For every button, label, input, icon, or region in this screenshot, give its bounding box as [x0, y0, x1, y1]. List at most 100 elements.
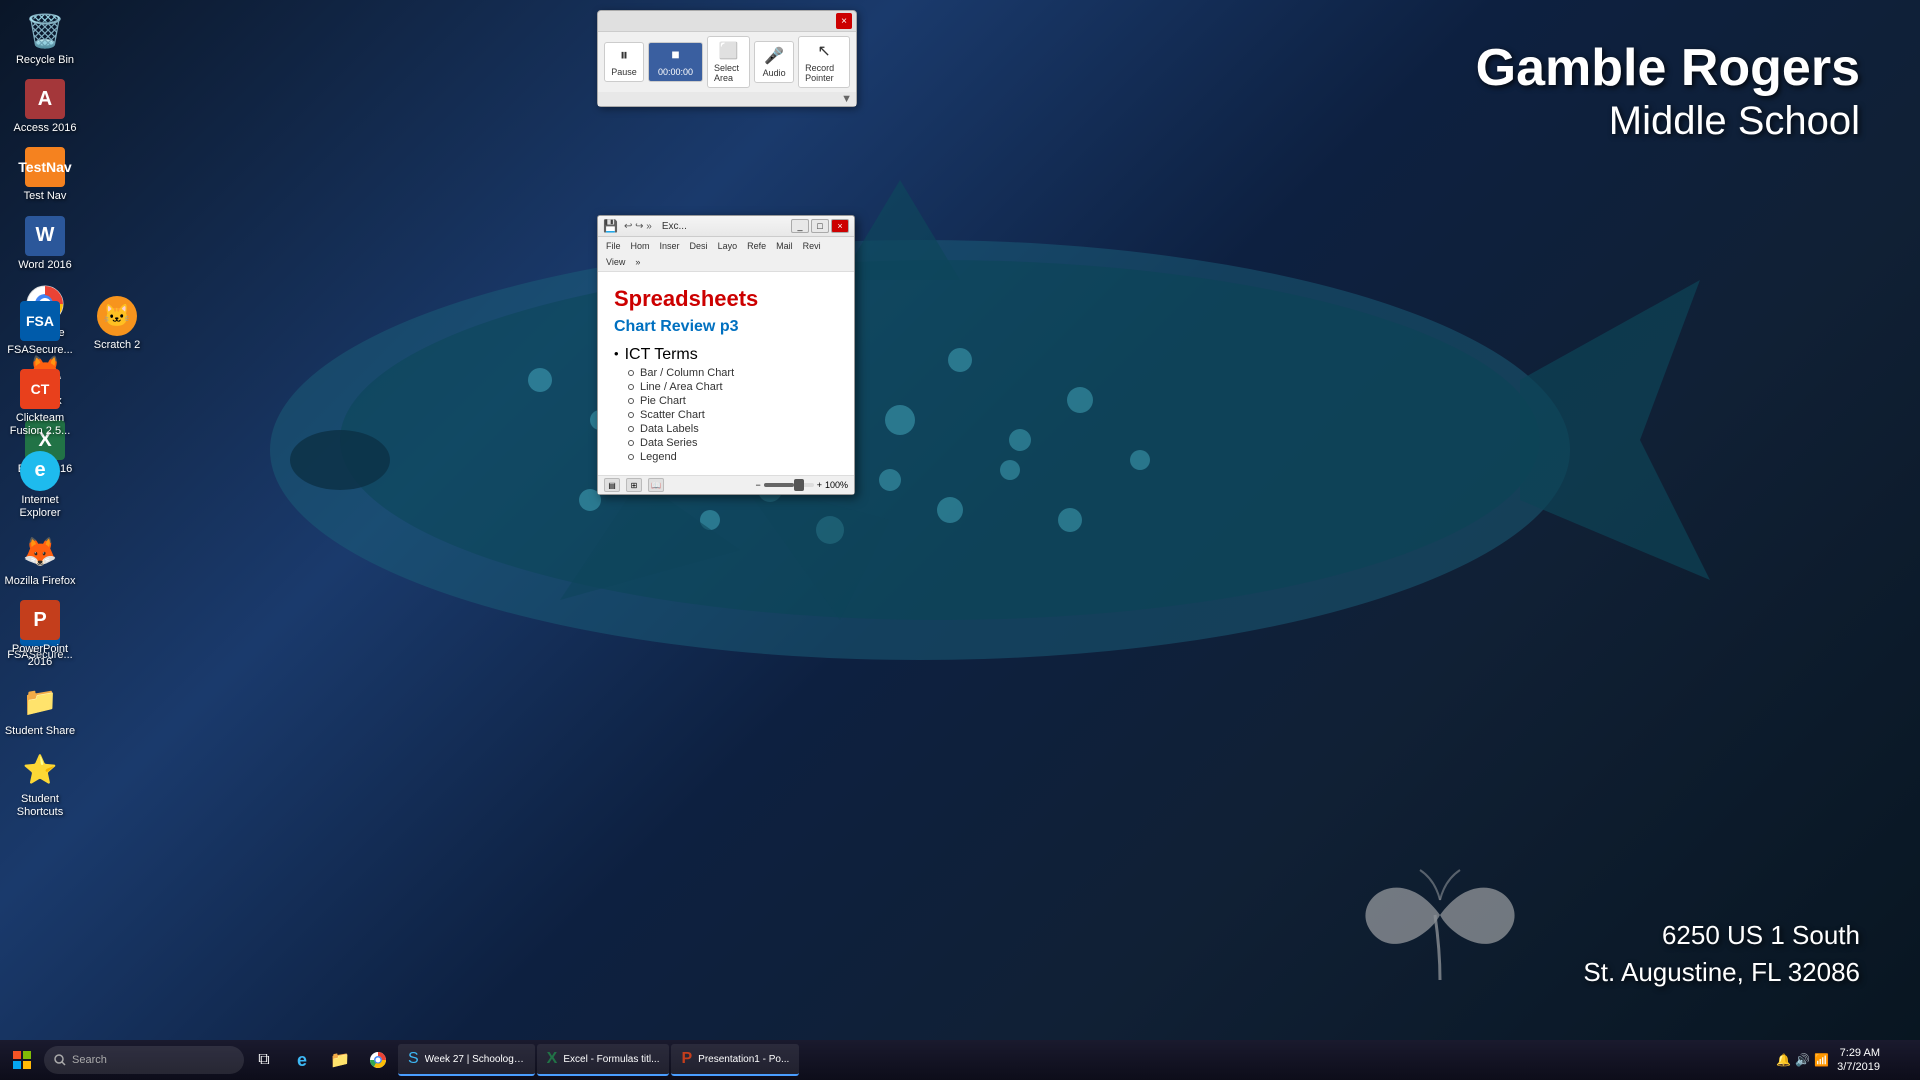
ppt-task-label: Presentation1 - Po... — [698, 1054, 789, 1065]
desktop-icon-ie[interactable]: e Internet Explorer — [0, 445, 80, 526]
record-pointer-button[interactable]: ↖ Record Pointer — [798, 36, 850, 88]
zoom-minus-button[interactable]: − — [755, 480, 760, 490]
search-placeholder: Search — [72, 1054, 107, 1066]
timer-label: 00:00:00 — [658, 67, 693, 77]
taskbar-schoology-button[interactable]: S Week 27 | Schoology... — [398, 1044, 535, 1076]
ppt-close-button[interactable]: × — [831, 219, 849, 233]
desktop-icon-student-share[interactable]: 📁 Student Share — [0, 676, 80, 744]
systray-icons: 🔔 🔊 📶 — [1776, 1053, 1829, 1067]
taskbar-system-tray: 🔔 🔊 📶 7:29 AM 3/7/2019 — [1776, 1044, 1916, 1076]
taskbar-clock[interactable]: 7:29 AM 3/7/2019 — [1837, 1046, 1880, 1075]
audio-button[interactable]: 🎤 Audio — [754, 41, 794, 83]
ppt-minimize-button[interactable]: _ — [791, 219, 809, 233]
menu-layout[interactable]: Layo — [714, 239, 742, 253]
desktop-icon-mozfx[interactable]: 🦊 Mozilla Firefox — [0, 526, 80, 594]
ppt-maximize-button[interactable]: □ — [811, 219, 829, 233]
access-label: Access 2016 — [14, 122, 77, 135]
task-view-button[interactable]: ⧉ — [248, 1044, 280, 1076]
whale-shark-image — [140, 100, 1740, 800]
audio-label: Audio — [763, 68, 786, 78]
toolbar-buttons-row: ⏸ Pause ⏹ 00:00:00 ⬜ Select Area 🎤 Audio… — [598, 32, 856, 92]
sub-item-text: Legend — [640, 451, 677, 463]
desktop-icon-fsa2[interactable]: FSA FSASecure... — [0, 295, 80, 363]
list-item: Data Series — [628, 437, 838, 449]
menu-design[interactable]: Desi — [686, 239, 712, 253]
bullet-main-text: ICT Terms — [625, 346, 698, 364]
sub-item-text: Scatter Chart — [640, 409, 705, 421]
taskbar-excel-button[interactable]: X Excel - Formulas titl... — [537, 1044, 670, 1076]
desktop-icon-access[interactable]: A Access 2016 — [5, 73, 85, 141]
ppt-titlebar: 💾 ↩ ↪ » Exc... _ □ × — [598, 216, 854, 237]
menu-mailings[interactable]: Mail — [772, 239, 797, 253]
view-normal-button[interactable]: ▤ — [604, 478, 620, 492]
zoom-slider[interactable] — [764, 483, 814, 487]
desktop-icon-recycle-bin[interactable]: 🗑️ Recycle Bin — [5, 5, 85, 73]
toolbar-titlebar: × — [598, 11, 856, 32]
testnav-label: Test Nav — [24, 190, 67, 203]
fsa2-label: FSASecure... — [7, 344, 72, 357]
network-icon[interactable]: 📶 — [1814, 1053, 1829, 1067]
desktop-icon-pp[interactable]: P PowerPoint 2016 — [0, 594, 80, 675]
select-area-icon: ⬜ — [719, 41, 739, 61]
student-shortcuts-label: Student Shortcuts — [4, 793, 76, 819]
file-explorer-icon: 📁 — [330, 1050, 350, 1070]
chrome-taskbar-icon — [369, 1051, 387, 1069]
desktop-icons-column2: 🐱 Scratch 2 — [77, 290, 157, 358]
taskbar-search-box[interactable]: Search — [44, 1046, 244, 1074]
desktop-icon-scratch[interactable]: 🐱 Scratch 2 — [77, 290, 157, 358]
menu-file[interactable]: File — [602, 239, 625, 253]
view-reading-button[interactable]: 📖 — [648, 478, 664, 492]
zoom-plus-button[interactable]: + — [817, 480, 822, 490]
toolbar-expand-btn[interactable]: ▼ — [598, 92, 856, 106]
menu-home[interactable]: Hom — [627, 239, 654, 253]
sub-item-text: Data Labels — [640, 423, 699, 435]
sub-bullet-icon — [628, 454, 634, 460]
menu-insert[interactable]: Inser — [656, 239, 684, 253]
student-share-icon: 📁 — [20, 682, 60, 722]
pause-button[interactable]: ⏸ Pause — [604, 42, 644, 82]
desktop-icon-word[interactable]: W Word 2016 — [5, 210, 85, 278]
desktop-icon-clickteam[interactable]: CT Clickteam Fusion 2.5... — [0, 363, 80, 444]
desktop-icon-testnav[interactable]: TestNav Test Nav — [5, 141, 85, 209]
taskbar-ppt-button[interactable]: P Presentation1 - Po... — [671, 1044, 799, 1076]
slide-sub-list: Bar / Column Chart Line / Area Chart Pie… — [614, 367, 838, 463]
presentation-window: 💾 ↩ ↪ » Exc... _ □ × File Hom Inser Desi… — [597, 215, 855, 495]
student-shortcuts-icon: ⭐ — [20, 750, 60, 790]
select-area-button[interactable]: ⬜ Select Area — [707, 36, 750, 88]
toolbar-window: × ⏸ Pause ⏹ 00:00:00 ⬜ Select Area 🎤 Aud… — [597, 10, 857, 107]
ppt-quick-access: ↩ ↪ » — [624, 221, 652, 232]
volume-icon[interactable]: 🔊 — [1795, 1053, 1810, 1067]
mozfx-label: Mozilla Firefox — [5, 575, 76, 588]
menu-review[interactable]: Revi — [799, 239, 825, 253]
ie-icon: e — [20, 451, 60, 491]
word-icon: W — [25, 216, 65, 256]
taskbar-chrome-button[interactable] — [360, 1044, 396, 1076]
menu-more[interactable]: » — [631, 255, 644, 269]
sub-bullet-icon — [628, 412, 634, 418]
school-address-line1: 6250 US 1 South — [1583, 917, 1860, 953]
list-item: Bar / Column Chart — [628, 367, 838, 379]
ppt-menu-bar: File Hom Inser Desi Layo Refe Mail Revi … — [598, 237, 854, 272]
excel-task-label: Excel - Formulas titl... — [563, 1054, 659, 1065]
taskbar-edge-button[interactable]: e — [284, 1044, 320, 1076]
view-slide-sorter-button[interactable]: ⊞ — [626, 478, 642, 492]
desktop-icon-student-shortcuts[interactable]: ⭐ Student Shortcuts — [0, 744, 80, 825]
toolbar-close-button[interactable]: × — [836, 13, 852, 29]
taskbar-explorer-button[interactable]: 📁 — [322, 1044, 358, 1076]
taskbar-apps: e 📁 S Week 27 | Schoology... X Excel — [284, 1044, 799, 1076]
slide-subtitle: Chart Review p3 — [614, 318, 838, 336]
start-button[interactable] — [4, 1044, 40, 1076]
scratch-label: Scratch 2 — [94, 339, 140, 352]
stop-timer-button[interactable]: ⏹ 00:00:00 — [648, 42, 703, 82]
ppt-zoom-control: − + 100% — [755, 480, 848, 490]
slide-title: Spreadsheets — [614, 286, 838, 312]
sub-bullet-icon — [628, 384, 634, 390]
school-address: 6250 US 1 South St. Augustine, FL 32086 — [1583, 917, 1860, 990]
sub-bullet-icon — [628, 426, 634, 432]
list-item: Data Labels — [628, 423, 838, 435]
sub-bullet-icon — [628, 370, 634, 376]
menu-view[interactable]: View — [602, 255, 629, 269]
notification-icon[interactable]: 🔔 — [1776, 1053, 1791, 1067]
show-desktop-button[interactable] — [1888, 1044, 1908, 1076]
menu-references[interactable]: Refe — [743, 239, 770, 253]
